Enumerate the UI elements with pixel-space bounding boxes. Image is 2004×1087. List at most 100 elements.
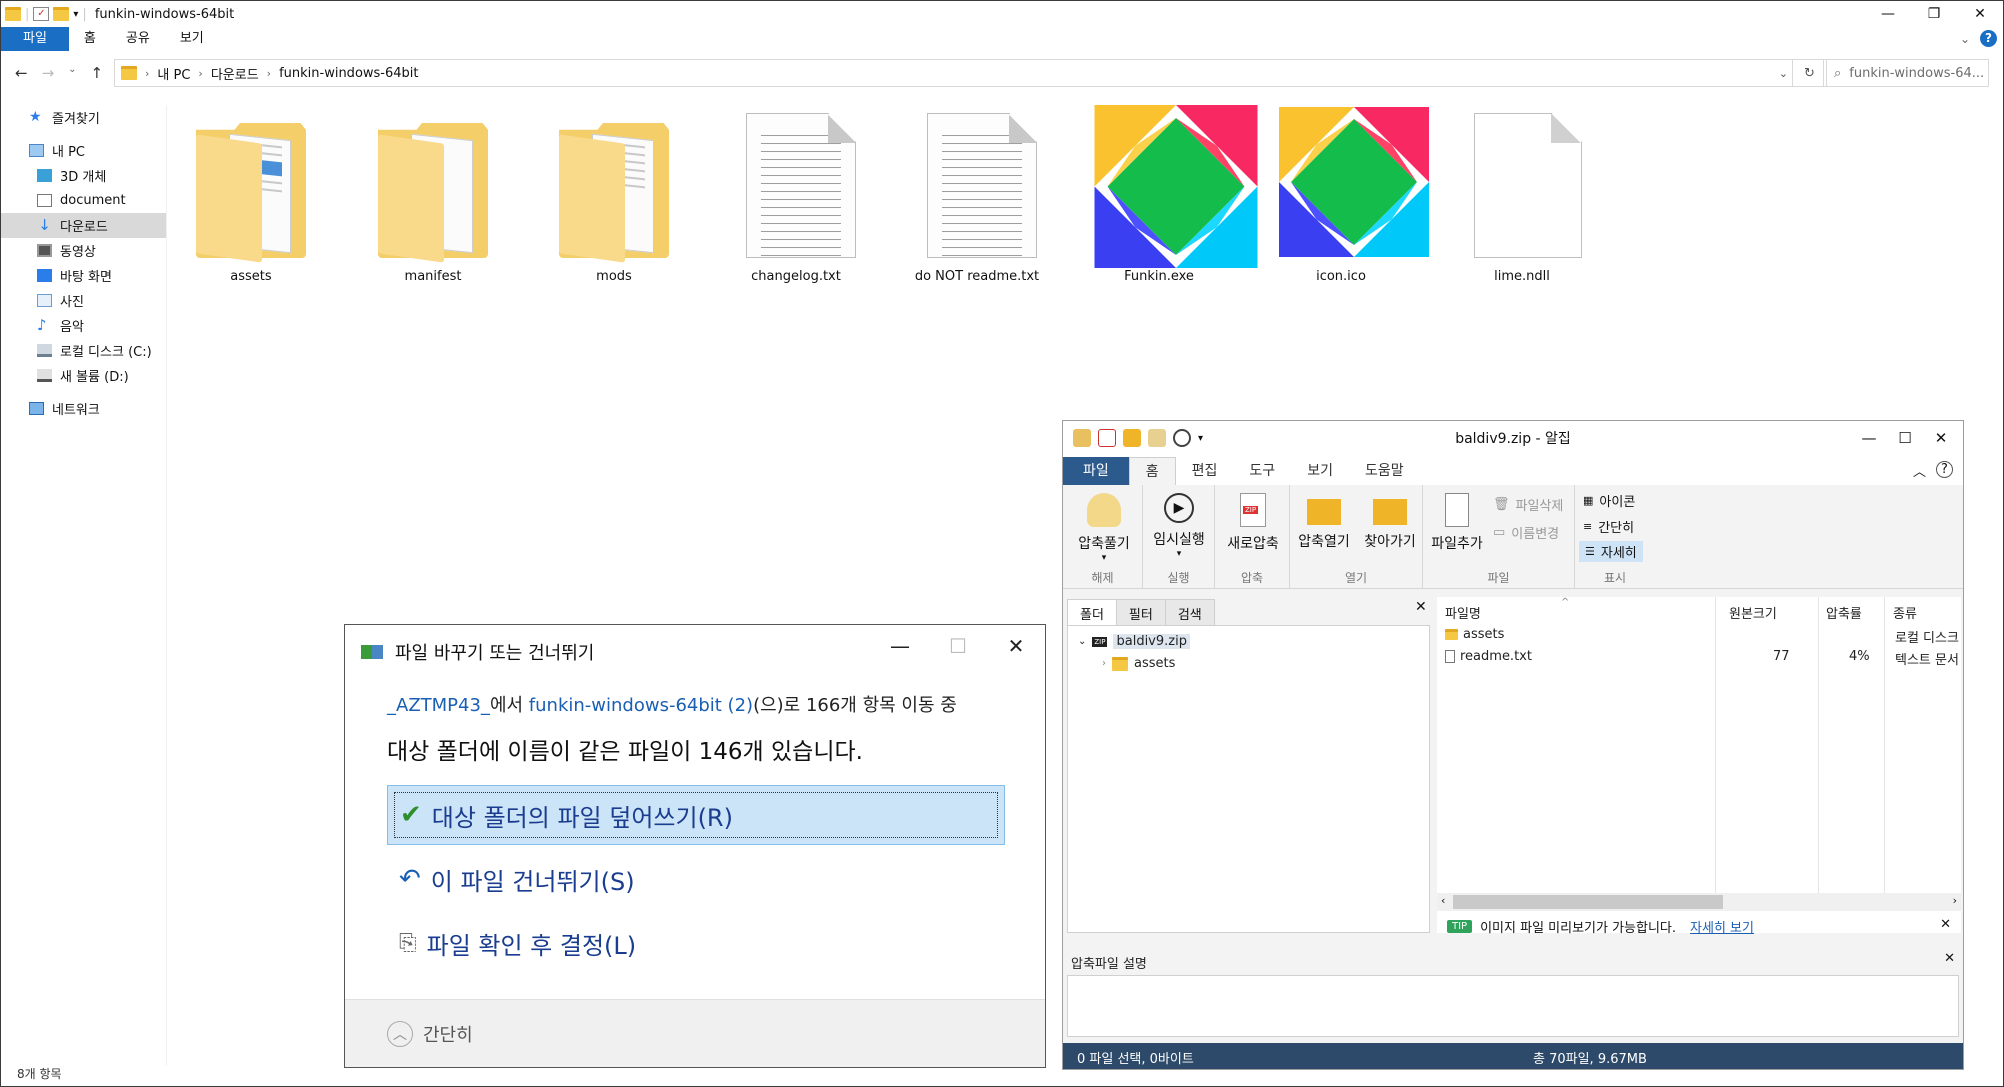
maximize-button[interactable]: ☐ — [1887, 425, 1923, 451]
collapse-ribbon-icon[interactable]: ︿ — [1913, 461, 1926, 480]
recent-locations-icon[interactable]: ⌄ — [68, 64, 76, 82]
forward-arrow-icon[interactable]: → — [42, 64, 55, 82]
maximize-button[interactable]: ❐ — [1911, 1, 1957, 27]
open-archive-button[interactable]: 압축열기 — [1292, 493, 1356, 551]
tab-view[interactable]: 보기 — [165, 27, 219, 51]
destination-folder-link[interactable]: funkin-windows-64bit (2) — [529, 695, 753, 716]
help-icon[interactable]: ? — [1936, 461, 1953, 478]
compare-files-option[interactable]: ⎘ 파일 확인 후 결정(L) — [387, 913, 1005, 973]
tab-share[interactable]: 공유 — [111, 27, 165, 51]
properties-icon[interactable]: ✓ — [33, 7, 50, 21]
address-bar[interactable]: › 내 PC › 다운로드 › funkin-windows-64bit ⌄ ↻ — [114, 59, 1827, 87]
sidebar-item-videos[interactable]: 동영상 — [1, 238, 166, 263]
close-button[interactable]: ✕ — [1957, 1, 2003, 27]
play-icon[interactable] — [1173, 429, 1191, 447]
folder-pane-close-icon[interactable]: ✕ — [1415, 599, 1427, 615]
sidebar-item-local-disk-c[interactable]: 로컬 디스크 (C:) — [1, 338, 166, 363]
up-arrow-icon[interactable]: ↑ — [91, 64, 104, 82]
tab-view[interactable]: 보기 — [1291, 457, 1349, 485]
help-icon[interactable]: ? — [1980, 30, 1997, 47]
sidebar-item-label: 동영상 — [60, 245, 96, 260]
extract-button[interactable]: 압축풀기 ▾ — [1069, 493, 1139, 563]
refresh-icon[interactable]: ↻ — [1792, 60, 1826, 86]
sidebar-item-desktop[interactable]: 바탕 화면 — [1, 263, 166, 288]
chevron-down-icon[interactable]: ▾ — [1198, 433, 1203, 444]
back-arrow-icon[interactable]: ← — [15, 64, 28, 82]
tab-filter[interactable]: 필터 — [1115, 599, 1166, 628]
tree-root[interactable]: ⌄ ZIP baldiv9.zip — [1078, 634, 1190, 649]
tree-child[interactable]: › assets — [1102, 656, 1175, 671]
view-icon-button[interactable]: ▦ 아이콘 — [1583, 491, 1635, 510]
dialog-close-button[interactable]: ✕ — [987, 629, 1045, 663]
expand-ribbon-icon[interactable]: ⌄ — [1960, 32, 1970, 46]
column-type[interactable]: 종류 — [1893, 603, 1917, 622]
file-name: manifest — [404, 269, 462, 284]
open-folder-icon[interactable] — [1123, 429, 1141, 447]
view-simple-button[interactable]: ≡ 간단히 — [1583, 517, 1634, 536]
alzip-app-icon — [1073, 429, 1091, 447]
column-filename[interactable]: 파일명 — [1445, 603, 1481, 622]
sidebar-item-network[interactable]: 네트워크 — [1, 396, 166, 421]
dialog-footer: ︿ 간단히 — [345, 999, 1045, 1067]
add-file-button[interactable]: 파일추가 — [1425, 493, 1489, 553]
sidebar-item-this-pc[interactable]: 내 PC — [1, 138, 166, 163]
tip-close-icon[interactable]: ✕ — [1940, 917, 1951, 932]
view-detail-button[interactable]: ☰ 자세히 — [1579, 541, 1643, 562]
chevron-right-icon[interactable]: › — [1102, 658, 1106, 669]
replace-files-option[interactable]: ✔ 대상 폴더의 파일 덮어쓰기(R) — [387, 785, 1005, 845]
folder-icon — [196, 123, 306, 263]
minimize-button[interactable]: — — [1851, 425, 1887, 451]
tip-details-link[interactable]: 자세히 보기 — [1690, 917, 1754, 936]
document-icon — [37, 194, 52, 207]
extract-icon[interactable] — [1148, 429, 1166, 447]
scrollbar-thumb[interactable] — [1453, 895, 1723, 909]
breadcrumb-this-pc[interactable]: 내 PC — [157, 64, 190, 83]
minimize-button[interactable]: — — [1865, 1, 1911, 27]
less-details-button[interactable]: 간단히 — [423, 1021, 473, 1047]
column-ratio[interactable]: 압축률 — [1826, 603, 1862, 622]
description-close-icon[interactable]: ✕ — [1944, 951, 1955, 966]
new-archive-button[interactable]: ZIP 새로압축 — [1221, 493, 1285, 553]
breadcrumb-current[interactable]: funkin-windows-64bit — [279, 66, 418, 81]
search-input[interactable]: ⌕ funkin-windows-64... — [1823, 59, 1989, 87]
skip-files-option[interactable]: ↶ 이 파일 건너뛰기(S) — [387, 849, 1005, 909]
tab-home[interactable]: 홈 — [69, 27, 111, 51]
sidebar-item-3d-objects[interactable]: 3D 개체 — [1, 163, 166, 188]
sidebar-item-downloads[interactable]: ↓ 다운로드 — [1, 213, 166, 238]
sidebar-item-label: 3D 개체 — [60, 170, 107, 185]
sidebar-item-pictures[interactable]: 사진 — [1, 288, 166, 313]
sidebar-item-document[interactable]: document — [1, 188, 166, 213]
delete-file-button: 🗑 파일삭제 — [1493, 497, 1564, 514]
source-folder-link[interactable]: _AZTMP43_ — [387, 695, 490, 716]
find-location-button[interactable]: 찾아가기 — [1358, 493, 1422, 551]
alzip-status-bar: 0 파일 선택, 0바이트 총 70파일, 9.67MB — [1063, 1043, 1963, 1069]
sidebar-item-quick-access[interactable]: ★ 즐겨찾기 — [1, 105, 166, 130]
breadcrumb-downloads[interactable]: 다운로드 — [211, 64, 259, 83]
chevron-down-icon[interactable]: ▾ — [73, 9, 78, 20]
scroll-left-icon[interactable]: ‹ — [1441, 894, 1445, 907]
tab-edit[interactable]: 편집 — [1176, 457, 1234, 485]
zip-file-icon[interactable] — [1098, 429, 1116, 447]
tab-search[interactable]: 검색 — [1164, 599, 1215, 628]
archive-description-field[interactable] — [1067, 975, 1959, 1037]
chevron-down-icon[interactable]: ⌄ — [1779, 67, 1788, 80]
new-folder-icon[interactable] — [53, 7, 70, 21]
tab-tools[interactable]: 도구 — [1233, 457, 1291, 485]
dialog-minimize-button[interactable]: — — [871, 629, 929, 663]
chevron-up-icon[interactable]: ︿ — [387, 1020, 413, 1047]
tab-file[interactable]: 파일 — [1, 27, 69, 51]
chevron-down-icon[interactable]: ⌄ — [1078, 636, 1086, 647]
sidebar-item-volume-d[interactable]: 새 볼륨 (D:) — [1, 363, 166, 388]
column-original-size[interactable]: 원본크기 — [1729, 603, 1777, 622]
temp-run-button[interactable]: ▶ 임시실행 ▾ — [1145, 493, 1213, 559]
tab-home[interactable]: 홈 — [1128, 457, 1176, 485]
close-button[interactable]: ✕ — [1923, 425, 1959, 451]
play-icon: ▶ — [1164, 493, 1194, 523]
horizontal-scrollbar[interactable]: ‹ › — [1437, 893, 1961, 911]
scroll-right-icon[interactable]: › — [1953, 894, 1957, 907]
blank-file-icon — [1474, 113, 1582, 258]
tab-file[interactable]: 파일 — [1063, 457, 1129, 485]
sidebar-item-music[interactable]: ♪ 음악 — [1, 313, 166, 338]
tab-folder[interactable]: 폴더 — [1067, 599, 1117, 628]
tab-help[interactable]: 도움말 — [1349, 457, 1420, 485]
